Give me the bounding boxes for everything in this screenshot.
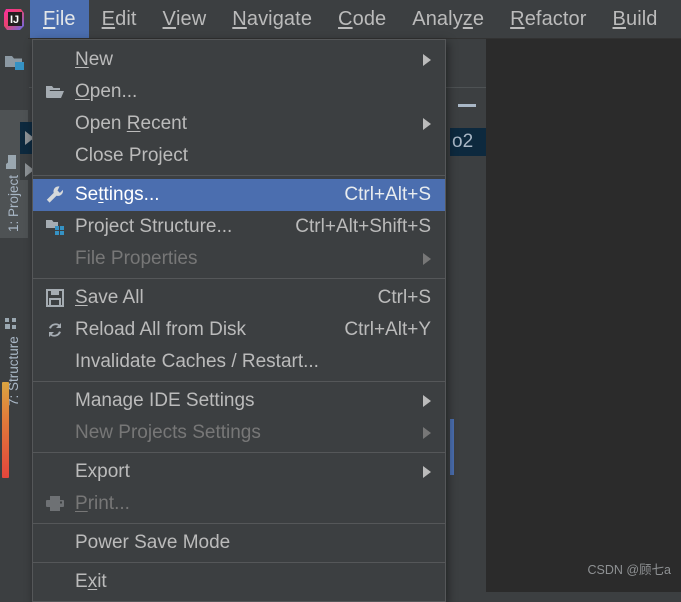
reload-icon xyxy=(40,314,70,346)
menu-separator xyxy=(33,381,445,382)
submenu-arrow-icon xyxy=(423,118,431,130)
menu-item-file-properties: File Properties xyxy=(33,243,445,275)
menu-bar-item-navigate[interactable]: Navigate xyxy=(219,0,325,38)
wrench-icon xyxy=(40,179,70,211)
save-all-icon xyxy=(40,282,70,314)
menu-item-label: Project Structure... xyxy=(75,216,233,237)
project-folder-icon xyxy=(4,52,26,74)
tree-accent-marker xyxy=(450,419,454,475)
project-structure-icon xyxy=(40,211,70,243)
submenu-arrow-icon xyxy=(423,395,431,407)
menu-item-label: Save All xyxy=(75,287,144,308)
menu-bar-items: File Edit View Navigate Code Analy z e Refactor B… xyxy=(30,0,681,38)
printer-icon xyxy=(40,488,70,520)
menu-item-icon-placeholder xyxy=(40,527,70,559)
collapse-all-icon[interactable] xyxy=(458,104,476,107)
watermark: CSDN @顾七a xyxy=(587,563,671,577)
menu-item-open-recent[interactable]: Open Recent xyxy=(33,108,445,140)
menu-item-shortcut: Ctrl+Alt+Y xyxy=(344,319,431,340)
menu-item-label: Open... xyxy=(75,81,138,102)
menu-item-label: Export xyxy=(75,461,130,482)
menu-item-label: New Projects Settings xyxy=(75,422,261,443)
menu-separator xyxy=(33,278,445,279)
menu-item-label: Open Recent xyxy=(75,113,187,134)
menu-item-shortcut: Ctrl+Alt+S xyxy=(344,184,431,205)
menu-item-icon-placeholder xyxy=(40,566,70,598)
menu-item-label: Manage IDE Settings xyxy=(75,390,255,411)
menu-item-new[interactable]: New xyxy=(33,44,445,76)
menu-item-open[interactable]: Open... xyxy=(33,76,445,108)
menu-item-icon-placeholder xyxy=(40,140,70,172)
menu-item-power-save-mode[interactable]: Power Save Mode xyxy=(33,527,445,559)
sidebar-item-project-label: 1: Project xyxy=(6,174,21,232)
project-tree xyxy=(450,88,488,592)
menu-item-icon-placeholder xyxy=(40,385,70,417)
menu-item-label: Reload All from Disk xyxy=(75,319,247,340)
menu-bar-item-view[interactable]: View xyxy=(150,0,220,38)
menu-item-icon-placeholder xyxy=(40,456,70,488)
menu-item-icon-placeholder xyxy=(40,346,70,378)
menu-item-label: Close Project xyxy=(75,145,188,166)
menu-item-icon-placeholder xyxy=(40,44,70,76)
menu-bar-item-code[interactable]: Code xyxy=(325,0,399,38)
svg-text:IJ: IJ xyxy=(10,14,19,26)
menu-item-close-project[interactable]: Close Project xyxy=(33,140,445,172)
menu-item-settings[interactable]: Settings... Ctrl+Alt+S xyxy=(33,179,445,211)
menu-item-icon-placeholder xyxy=(40,243,70,275)
folder-icon xyxy=(4,154,20,170)
menu-item-exit[interactable]: Exit xyxy=(33,566,445,598)
submenu-arrow-icon xyxy=(423,427,431,439)
project-tree-selected-item[interactable]: o2 xyxy=(450,128,487,156)
menu-item-label: File Properties xyxy=(75,248,198,269)
menu-bar-item-run[interactable]: Run xyxy=(671,0,681,38)
file-dropdown-menu: New Open... Open Recent Close Project Settin… xyxy=(32,39,446,602)
menu-item-label: Invalidate Caches / Restart... xyxy=(75,351,319,372)
menu-item-save-all[interactable]: Save All Ctrl+S xyxy=(33,282,445,314)
menu-item-shortcut: Ctrl+Alt+Shift+S xyxy=(295,216,431,237)
submenu-arrow-icon xyxy=(423,54,431,66)
menu-bar-item-analyze[interactable]: Analy z e xyxy=(399,0,497,38)
menu-separator xyxy=(33,175,445,176)
analysis-status-stripe[interactable] xyxy=(2,382,9,478)
menu-item-project-structure[interactable]: Project Structure... Ctrl+Alt+Shift+S xyxy=(33,211,445,243)
menu-item-label: New xyxy=(75,49,114,70)
open-folder-icon xyxy=(40,76,70,108)
menu-item-label: Print... xyxy=(75,493,130,514)
panel-divider xyxy=(486,39,487,592)
menu-separator xyxy=(33,452,445,453)
editor-area xyxy=(487,39,681,592)
menu-item-export[interactable]: Export xyxy=(33,456,445,488)
submenu-arrow-icon xyxy=(423,253,431,265)
menu-item-manage-ide-settings[interactable]: Manage IDE Settings xyxy=(33,385,445,417)
menu-separator xyxy=(33,562,445,563)
menu-bar-item-build[interactable]: Build xyxy=(600,0,671,38)
menu-item-reload-all[interactable]: Reload All from Disk Ctrl+Alt+Y xyxy=(33,314,445,346)
menu-item-label: Exit xyxy=(75,571,107,592)
intellij-idea-logo-icon: IJ xyxy=(0,0,30,38)
ide-window: o2 1: Project 7: Structure IJ F ile E di… xyxy=(0,0,681,602)
menu-bar-item-edit[interactable]: Edit xyxy=(89,0,150,38)
structure-icon xyxy=(4,315,20,331)
menu-item-shortcut: Ctrl+S xyxy=(377,287,431,308)
menu-item-print: Print... xyxy=(33,488,445,520)
menu-bar-item-refactor[interactable]: Refactor xyxy=(497,0,599,38)
menu-item-invalidate-caches[interactable]: Invalidate Caches / Restart... xyxy=(33,346,445,378)
menu-item-icon-placeholder xyxy=(40,108,70,140)
menu-item-new-projects-settings: New Projects Settings xyxy=(33,417,445,449)
menu-item-label: Settings... xyxy=(75,184,160,205)
menu-item-icon-placeholder xyxy=(40,417,70,449)
submenu-arrow-icon xyxy=(423,466,431,478)
menu-separator xyxy=(33,523,445,524)
menu-item-label: Power Save Mode xyxy=(75,532,231,553)
main-menu-bar: IJ File Edit View Navigate Code Analy z e Refact… xyxy=(0,0,681,38)
menu-bar-item-file[interactable]: File xyxy=(30,0,89,38)
